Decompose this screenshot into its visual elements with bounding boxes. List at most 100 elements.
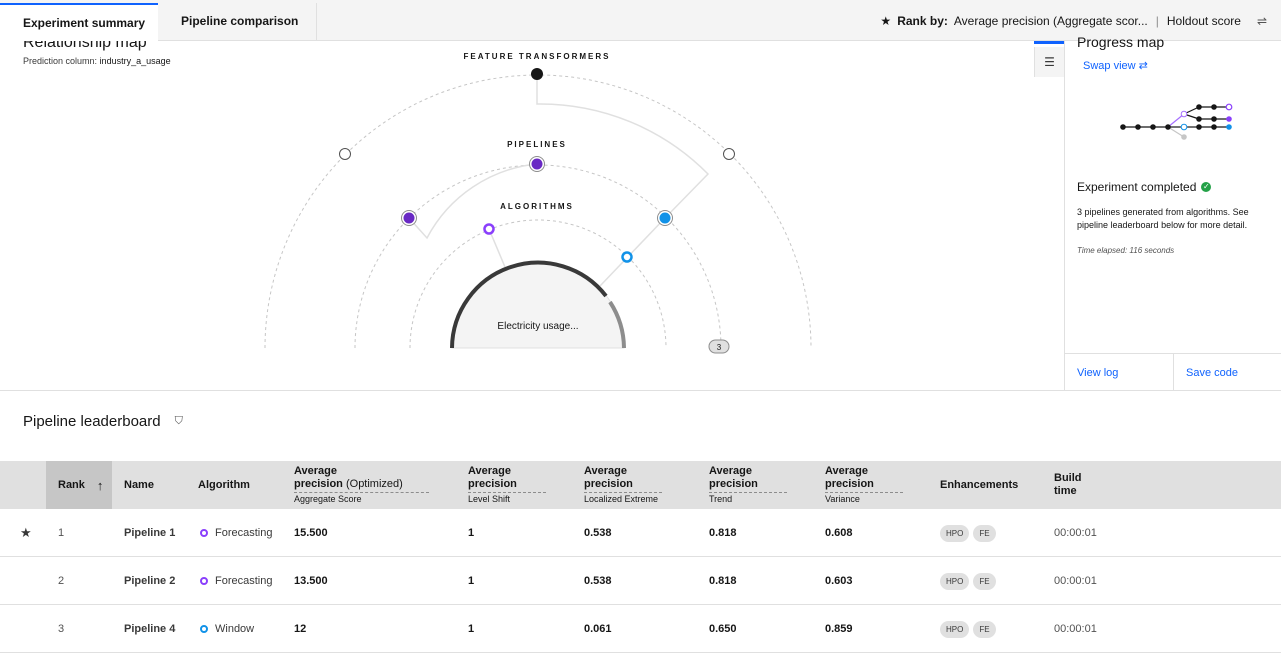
feature-transformer-node[interactable] [723,148,735,160]
sort-ascending-icon[interactable]: ↑ [97,479,104,492]
experiment-status-label: Experiment completed [1077,180,1197,194]
variance-cell: 0.603 [825,575,853,587]
holdout-score-toggle[interactable]: Holdout score [1167,14,1241,28]
header-line: precision [584,477,633,490]
table-row[interactable]: 2 Pipeline 2 Forecasting 13.500 1 0.538 … [0,557,1281,605]
view-log-button[interactable]: View log [1065,354,1174,390]
rank-by-control[interactable]: ★ Rank by: Average precision (Aggregate … [880,14,1267,28]
localized-extreme-cell: 0.061 [584,623,612,635]
prediction-column-label: Prediction column: [23,56,98,66]
star-icon: ★ [880,14,892,28]
header-optimized: (Optimized) [345,477,403,490]
rank-separator: | [1155,14,1159,28]
table-row[interactable]: ★ 1 Pipeline 1 Forecasting 15.500 1 0.53… [0,509,1281,557]
rank-metric-select[interactable]: Average precision (Aggregate scor... [954,14,1148,28]
column-header-trend[interactable]: Average precision Trend [709,461,787,509]
leaderboard-title: Pipeline leaderboard [23,413,161,430]
progress-map-title: Progress map [1077,34,1165,50]
center-node[interactable] [451,261,625,349]
column-header-variance[interactable]: Average precision Variance [825,461,903,509]
localized-extreme-cell: 0.538 [584,575,612,587]
save-code-button[interactable]: Save code [1174,354,1281,390]
column-header-rank[interactable]: Rank ↑ [46,461,112,509]
header-subtitle: Aggregate Score [294,491,429,506]
filter-icon[interactable]: ⛉ [175,415,183,428]
swap-view-label: Swap view [1083,60,1136,72]
header-line: Average [825,464,869,477]
aggregate-cell: 15.500 [294,527,328,539]
header-line: precision [709,477,758,490]
header-subtitle: Variance [825,491,903,506]
algorithm-label: Forecasting [215,527,273,539]
connector-line [599,217,666,287]
variance-cell: 0.608 [825,527,853,539]
trend-cell: 0.818 [709,527,737,539]
section-divider [0,390,1281,391]
level-shift-cell: 1 [468,527,475,539]
localized-extreme-cell: 0.538 [584,527,612,539]
rank-cell: 3 [58,623,65,635]
settings-adjust-icon[interactable]: ⇌ [1257,14,1267,28]
column-header-localized-extreme[interactable]: Average precision Localized Extreme [584,461,662,509]
enhancements-cell: HPO FE [940,557,1000,605]
header-line: Average [294,464,338,477]
relationship-map: Electricity usage... FEATURE TRANSFORMER… [0,41,1064,390]
rank-header-label: Rank [58,478,85,491]
aggregate-cell: 13.500 [294,575,328,587]
feature-transformer-node[interactable] [339,148,351,160]
relationship-map-graph: Electricity usage... FEATURE TRANSFORMER… [264,52,812,354]
algorithm-dot-icon [200,529,208,537]
algorithm-dot-icon [200,625,208,633]
prediction-column: Prediction column: industry_a_usage [23,56,171,66]
variance-cell: 0.859 [825,623,853,635]
swap-view-link[interactable]: Swap view ⇄ [1083,59,1148,72]
trend-cell: 0.818 [709,575,737,587]
trend-cell: 0.650 [709,623,737,635]
pipeline-node-fill [403,212,415,224]
leaderboard-table: Rank ↑ Name Algorithm Average precision … [0,461,1281,653]
column-header-algorithm[interactable]: Algorithm [198,461,250,509]
experiment-status: Experiment completed ✓ [1077,180,1212,194]
list-view-icon[interactable]: ☰ [1034,47,1064,77]
connector-line [488,228,506,268]
rank-cell: 1 [58,527,65,539]
header-subtitle: Level Shift [468,491,546,506]
hpo-tag: HPO [940,524,970,542]
header-line: Average [584,464,628,477]
tab-pipeline-comparison[interactable]: Pipeline comparison [158,3,317,41]
ring-label-feature-transformers: FEATURE TRANSFORMERS [464,52,611,61]
table-row[interactable]: 3 Pipeline 4 Window 12 1 0.061 0.650 0.8… [0,605,1281,653]
column-header-aggregate[interactable]: Average precision (Optimized) Aggregate … [294,461,429,509]
enhancements-cell: HPO FE [940,509,1000,557]
column-header-build-time[interactable]: Build time [1054,461,1082,509]
ring-label-pipelines: PIPELINES [507,140,567,149]
table-header: Rank ↑ Name Algorithm Average precision … [0,461,1281,509]
level-shift-cell: 1 [468,575,475,587]
build-time-cell: 00:00:01 [1054,527,1097,539]
column-header-level-shift[interactable]: Average precision Level Shift [468,461,546,509]
header-line: Average [709,464,753,477]
aggregate-cell: 12 [294,623,307,635]
pipeline-name-cell[interactable]: Pipeline 2 [124,557,175,605]
column-header-enhancements[interactable]: Enhancements [940,461,1018,509]
pipeline-name-cell[interactable]: Pipeline 4 [124,605,175,653]
pipeline-name-cell[interactable]: Pipeline 1 [124,509,175,557]
level-shift-cell: 1 [468,623,475,635]
fe-tag: FE [973,620,996,638]
algorithm-node[interactable] [483,223,495,235]
center-label: Electricity usage... [497,321,578,332]
algorithm-cell: Forecasting [200,557,272,605]
header-subtitle: Trend [709,491,787,506]
checkmark-icon: ✓ [1201,182,1212,192]
column-header-name[interactable]: Name [124,461,154,509]
experiment-description: 3 pipelines generated from algorithms. S… [1077,207,1249,230]
algorithm-cell: Forecasting [200,509,272,557]
fe-tag: FE [973,524,996,542]
algorithm-label: Window [215,623,255,635]
tab-experiment-summary[interactable]: Experiment summary [0,3,158,41]
algorithm-node[interactable] [621,251,633,263]
progress-map-diagram [1120,103,1233,140]
feature-transformer-node-active[interactable] [531,68,543,80]
prediction-column-value: industry_a_usage [99,56,171,66]
hpo-tag: HPO [940,572,970,590]
